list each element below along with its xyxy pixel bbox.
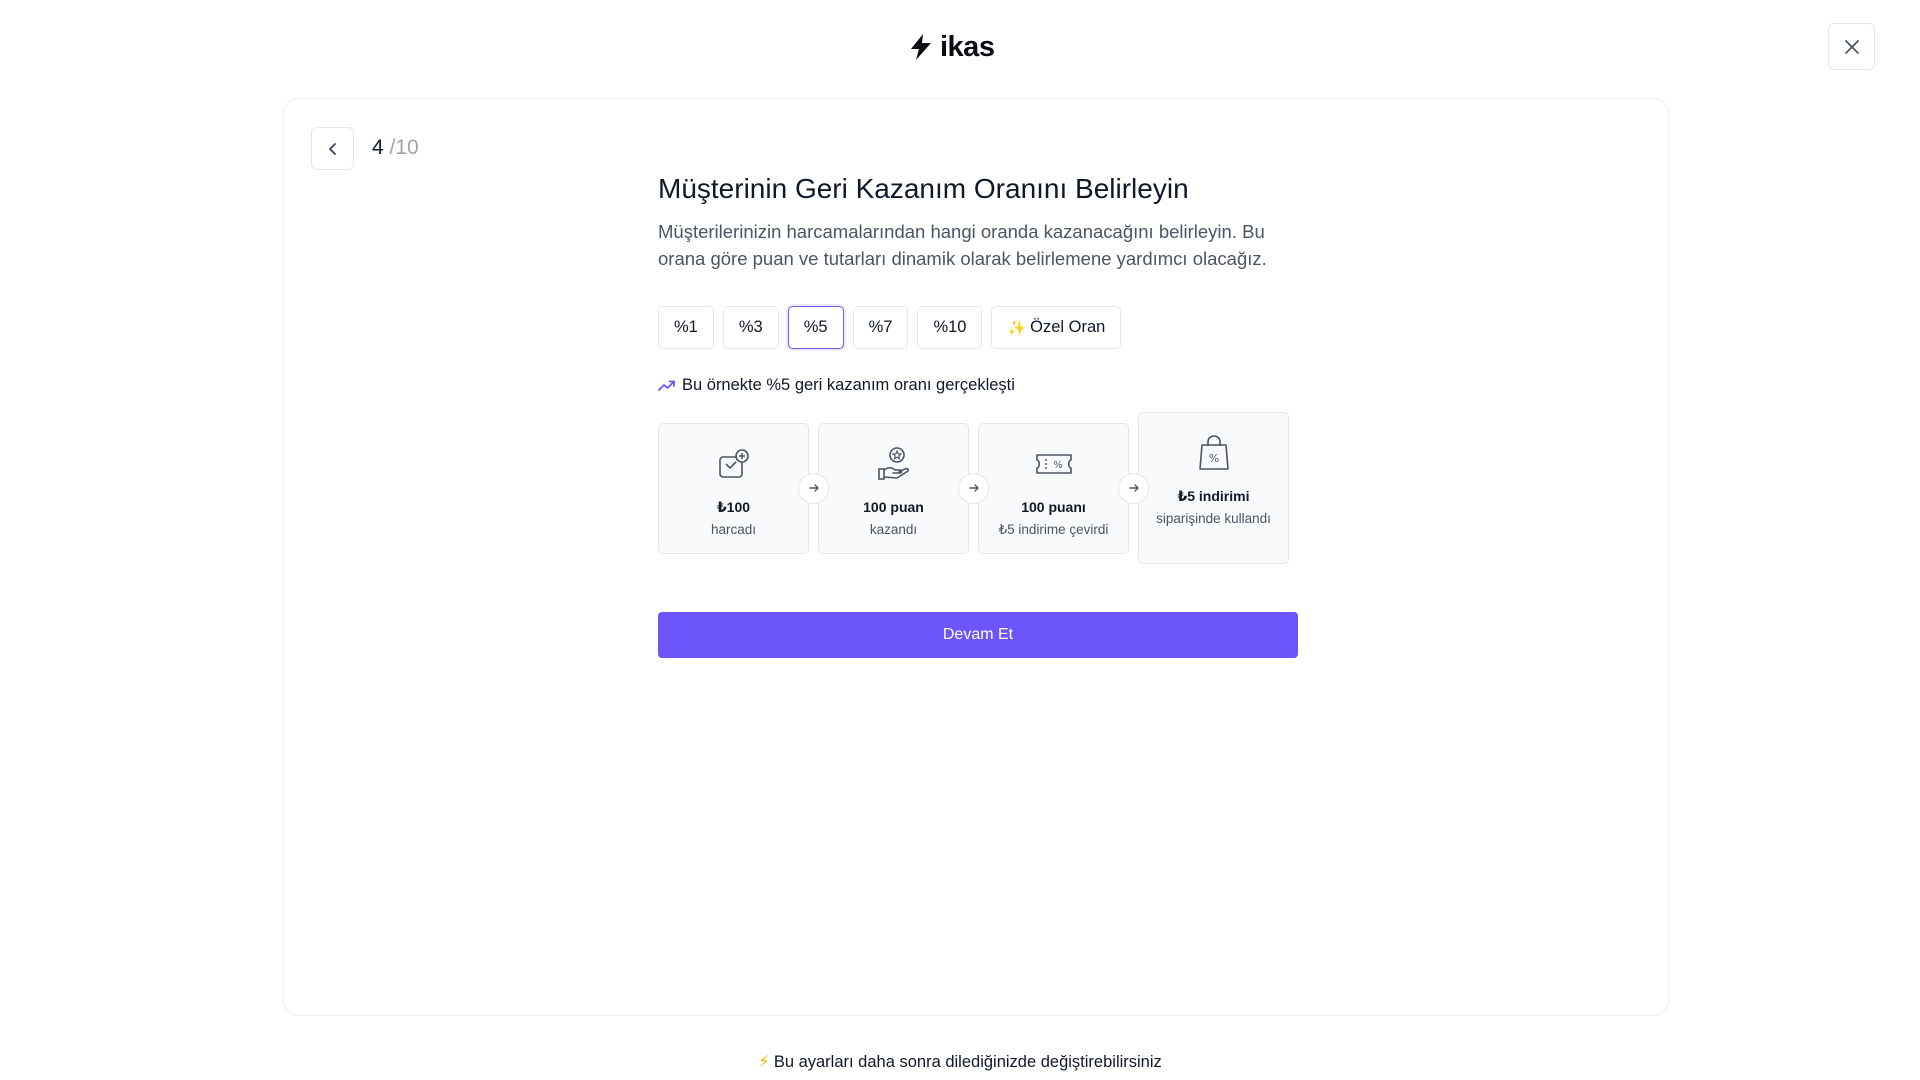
rate-option-3[interactable]: %3 [722,306,779,349]
step-total: /10 [389,136,419,159]
footer-note: ⚡ Bu ayarları daha sonra dilediğinizde de… [0,1052,1920,1072]
arrow-right-icon [798,472,829,504]
rate-option-10[interactable]: %10 [917,306,983,349]
logo-text: ikas [940,30,995,63]
rate-label: %10 [933,318,967,336]
chevron-left-icon [328,142,336,155]
ticket-percent-icon: % [1035,453,1072,474]
rate-option-7[interactable]: %7 [852,306,909,349]
back-button[interactable] [311,127,354,170]
rate-label: %1 [674,318,698,336]
footer-note-text: Bu ayarları daha sonra dilediğinizde değ… [773,1053,1162,1071]
ikas-logo: ikas [908,30,995,63]
flow-desc: siparişinde kullandı [1156,511,1271,526]
reward-flow: ₺100 harcadı 100 puan kazandı % 100 puan… [658,412,1289,564]
close-button[interactable] [1828,23,1875,70]
flow-step-use: % ₺5 indirimi siparişinde kullandı [1138,412,1289,564]
rate-option-custom[interactable]: ✨ Özel Oran [991,306,1122,349]
rate-label: %5 [803,318,828,336]
step-current: 4 [372,136,384,159]
rate-option-1[interactable]: %1 [658,306,714,349]
flow-value: 100 puan [863,498,924,515]
flow-step-spend: ₺100 harcadı [658,422,809,554]
example-text: Bu örnekte %5 geri kazanım oranı gerçekl… [682,376,1015,394]
rate-label: %3 [738,318,763,336]
arrow-right-icon [1118,472,1149,504]
rate-options: %1 %3 %5 %7 %10 ✨ Özel Oran [658,306,1122,349]
flow-value: 100 puanı [1021,498,1086,515]
svg-text:%: % [1053,460,1063,471]
sparkles-icon: ✨ [1007,319,1027,337]
page-title: Müşterinin Geri Kazanım Oranını Belirley… [658,173,1189,204]
close-icon [1844,39,1859,54]
bolt-logo-icon [911,34,931,60]
svg-text:%: % [1208,452,1218,465]
continue-button[interactable]: Devam Et [658,612,1298,658]
flow-desc: harcadı [710,521,757,537]
flow-value: ₺100 [716,498,751,515]
step-indicator: 4 /10 [372,135,419,161]
rate-label: %7 [868,318,893,336]
flow-desc: ₺5 indirime çevirdi [998,521,1109,537]
main-content: Müşterinin Geri Kazanım Oranını Belirley… [658,172,1298,658]
trending-up-icon [658,380,675,391]
example-note: Bu örnekte %5 geri kazanım oranı gerçekl… [658,376,1015,395]
lightning-icon: ⚡ [758,1053,770,1071]
bag-percent-icon: % [1198,435,1229,470]
flow-step-earn: 100 puan kazandı [818,422,969,554]
flow-value: ₺5 indirimi [1177,488,1250,504]
rate-label: Özel Oran [1030,318,1106,336]
flow-desc: kazandı [869,521,918,537]
hand-star-icon [877,446,909,480]
flow-step-convert: % 100 puanı ₺5 indirime çevirdi [978,422,1129,554]
wallet-plus-icon [718,448,749,478]
page-subtitle: Müşterilerinizin harcamalarından hangi o… [658,221,1267,269]
arrow-right-icon [958,472,989,504]
rate-option-5[interactable]: %5 [787,306,844,349]
